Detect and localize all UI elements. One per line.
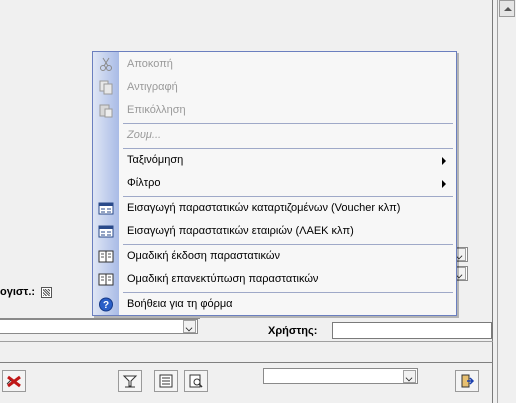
menu-item-import-companies[interactable]: Εισαγωγή παραστατικών εταιριών (ΛΑΕΚ κλπ…: [93, 220, 456, 243]
help-icon: ?: [99, 297, 113, 312]
vertical-scrollbar[interactable]: [497, 0, 516, 403]
menu-item-label: Φίλτρο: [127, 177, 161, 189]
menu-item-label: Ομαδική επανεκτύπωση παραστατικών: [127, 273, 319, 285]
delete-button[interactable]: [2, 370, 26, 392]
menu-item-batch-reprint[interactable]: Ομαδική επανεκτύπωση παραστατικών: [93, 268, 456, 291]
chevron-down-icon: [403, 370, 416, 383]
book-icon: [98, 273, 114, 286]
menu-item-label: Επικόλληση: [127, 104, 186, 116]
copy-icon: [99, 80, 113, 95]
menu-item-label: Αντιγραφή: [127, 81, 178, 93]
menu-item-label: Ζουμ...: [127, 129, 162, 141]
checkbox[interactable]: [41, 287, 52, 298]
menu-item-label: Αποκοπή: [127, 58, 173, 70]
exit-button[interactable]: [455, 370, 479, 392]
menu-item-label: Βοήθεια για τη φόρμα: [127, 298, 233, 310]
form-entry-icon: [98, 202, 114, 215]
menu-item-label: Εισαγωγή παραστατικών καταρτιζομένων (Vo…: [127, 202, 401, 214]
filter-icon: [122, 375, 138, 388]
print-preview-icon: [189, 374, 203, 388]
submenu-arrow-icon: [442, 180, 446, 188]
menu-item-label: Ταξινόμηση: [127, 154, 184, 166]
filter-button[interactable]: [118, 370, 142, 392]
menu-item-label: Εισαγωγή παραστατικών εταιριών (ΛΑΕΚ κλπ…: [127, 225, 354, 237]
menu-item-label: Ομαδική έκδοση παραστατικών: [127, 250, 280, 262]
bottom-combo[interactable]: [263, 368, 418, 384]
menu-item-paste[interactable]: Επικόλληση: [93, 99, 456, 122]
user-field[interactable]: [332, 322, 492, 339]
record-icon: [159, 374, 173, 388]
partial-field-label: ογιστ.:: [0, 286, 36, 298]
scissors-icon: [100, 57, 112, 71]
window-edge: [492, 0, 493, 403]
form-entry-icon: [98, 225, 114, 238]
menu-item-import-voucher[interactable]: Εισαγωγή παραστατικών καταρτιζομένων (Vo…: [93, 197, 456, 220]
print-preview-button[interactable]: [184, 370, 208, 392]
paste-icon: [99, 104, 113, 118]
scroll-up-button[interactable]: [499, 0, 515, 17]
delete-icon: [6, 375, 21, 388]
chevron-down-icon: [183, 320, 196, 333]
context-menu: Αποκοπή Αντιγραφή Επικόλληση Ζουμ... Ταξ…: [92, 51, 457, 316]
menu-item-sort[interactable]: Ταξινόμηση: [93, 149, 456, 172]
exit-door-icon: [461, 374, 475, 388]
menu-item-cut[interactable]: Αποκοπή: [93, 53, 456, 76]
menu-item-batch-issue[interactable]: Ομαδική έκδοση παραστατικών: [93, 245, 456, 268]
record-button[interactable]: [154, 370, 178, 392]
menu-item-copy[interactable]: Αντιγραφή: [93, 76, 456, 99]
menu-item-filter[interactable]: Φίλτρο: [93, 172, 456, 195]
book-icon: [98, 250, 114, 263]
menu-item-help[interactable]: ? Βοήθεια για τη φόρμα: [93, 293, 456, 316]
panel-divider: [0, 341, 493, 342]
panel-bottom: [0, 362, 493, 363]
svg-text:?: ?: [103, 300, 109, 311]
lower-combo[interactable]: [0, 319, 198, 334]
user-label: Χρήστης:: [268, 325, 318, 337]
menu-item-zoom[interactable]: Ζουμ...: [93, 124, 456, 147]
submenu-arrow-icon: [442, 157, 446, 165]
